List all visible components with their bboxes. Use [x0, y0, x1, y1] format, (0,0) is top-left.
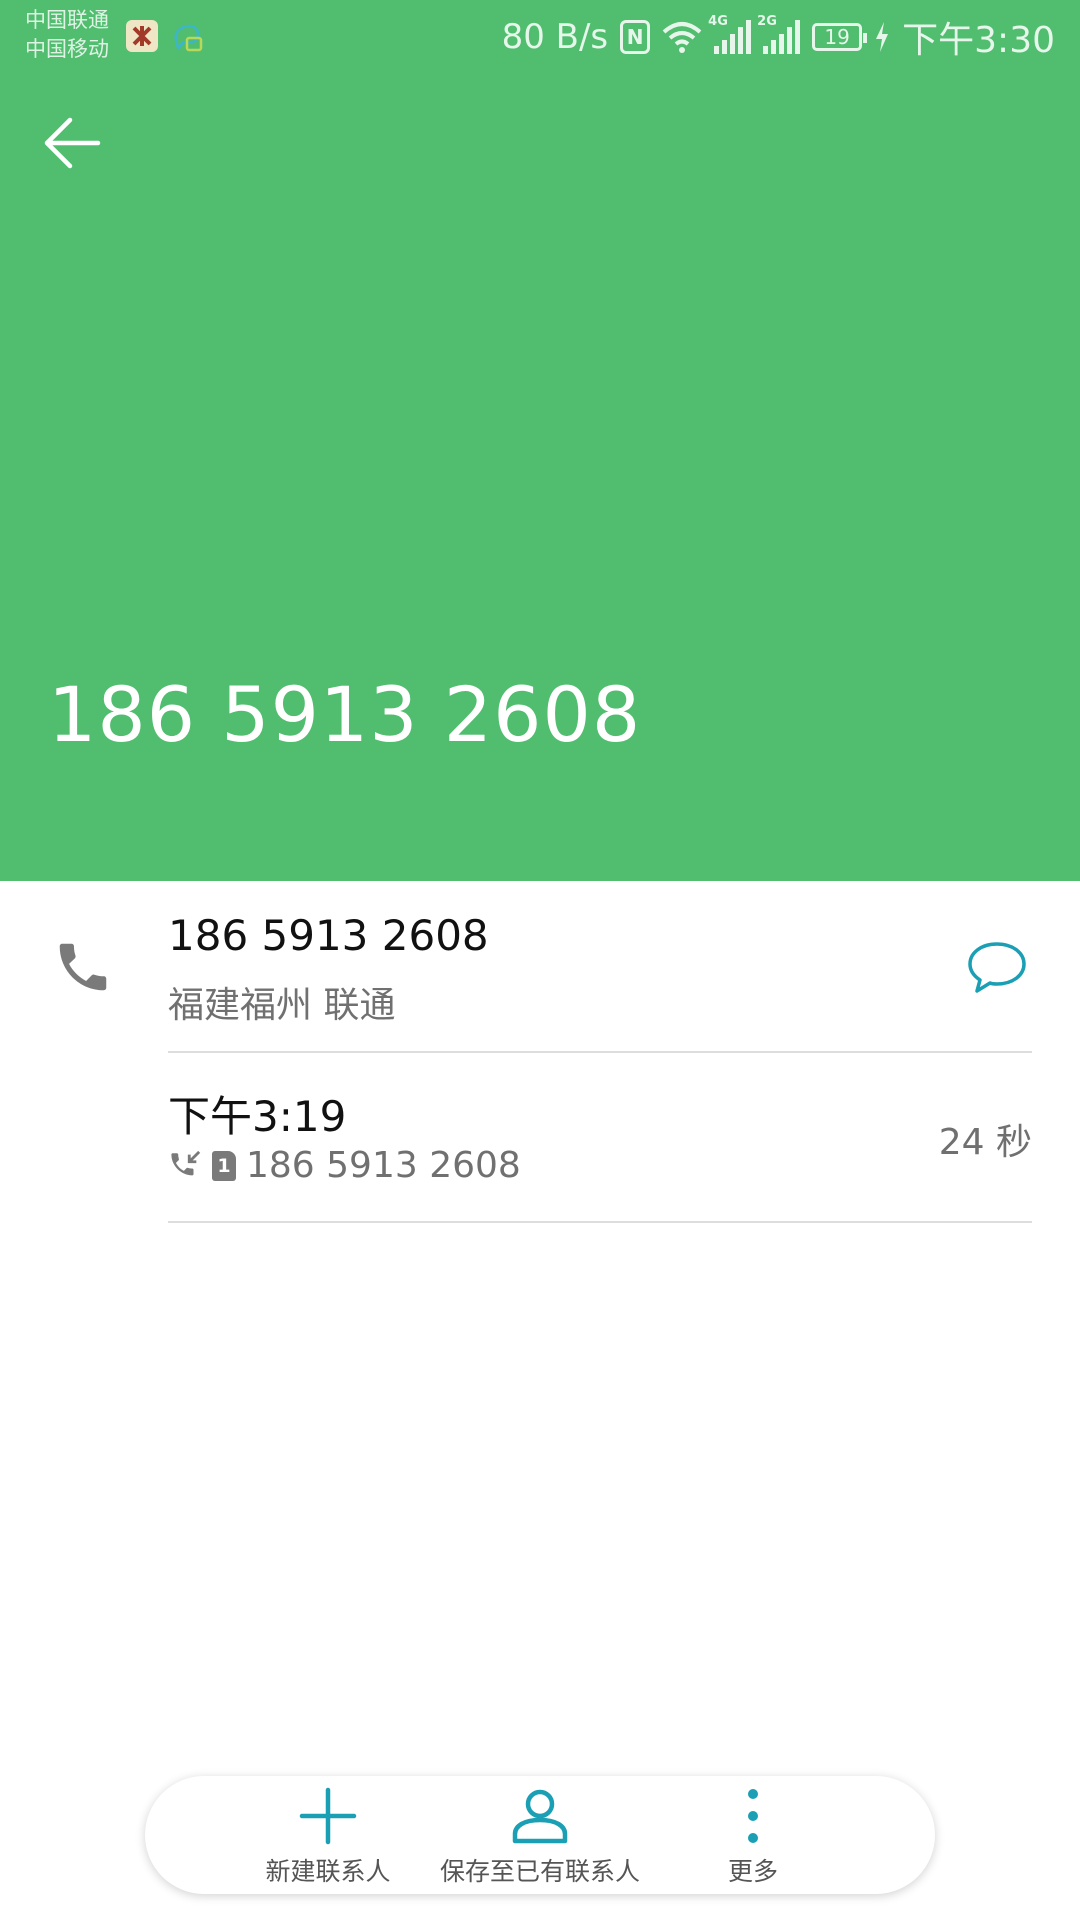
save-to-existing-button[interactable]: 保存至已有联系人	[420, 1786, 660, 1890]
person-icon	[512, 1789, 568, 1844]
new-contact-label: 新建联系人	[265, 1857, 391, 1886]
status-time: 下午3:30	[902, 20, 1055, 61]
more-vertical-icon	[748, 1789, 758, 1843]
network-type-2: 2G	[757, 14, 777, 29]
app-notification-icon	[126, 20, 158, 52]
incoming-call-icon	[171, 1150, 201, 1175]
charging-icon	[876, 22, 889, 52]
save-to-existing-label: 保存至已有联系人	[439, 1857, 640, 1886]
new-contact-button[interactable]: 新建联系人	[208, 1786, 448, 1890]
network-type-1: 4G	[708, 14, 728, 29]
call-detail: 1 186 5913 2608	[168, 1145, 521, 1186]
header-phone-number: 186 5913 2608	[48, 670, 642, 759]
contact-number: 186 5913 2608	[168, 911, 489, 960]
call-log-row[interactable]: 下午3:19 1 186 5913 2608 24 秒	[0, 1053, 1080, 1221]
battery-icon: 19	[812, 23, 868, 51]
more-label: 更多	[727, 1857, 778, 1886]
carrier-2: 中国移动	[25, 37, 109, 61]
back-button[interactable]	[40, 110, 106, 176]
wifi-icon	[662, 22, 702, 53]
divider	[168, 1221, 1032, 1223]
assistant-notification-icon	[170, 18, 204, 54]
sim-card-icon: 1	[212, 1150, 236, 1181]
signal-1-icon: 4G	[708, 14, 752, 54]
message-icon[interactable]	[966, 936, 1028, 998]
number-location: 福建福州 联通	[168, 985, 396, 1026]
arrow-left-icon	[44, 117, 101, 169]
network-speed: 80 B/s	[501, 17, 609, 57]
call-duration: 24 秒	[938, 1122, 1032, 1163]
status-indicators: 80 B/s N 4G 2G 19 下午3:30	[501, 14, 1055, 61]
nfc-icon: N	[620, 20, 651, 54]
plus-icon	[299, 1787, 357, 1845]
carrier-info: 中国联通 中国移动	[25, 6, 109, 64]
phone-icon	[59, 943, 107, 991]
signal-2-icon: 2G	[757, 14, 801, 54]
bottom-action-bar: 新建联系人 保存至已有联系人 更多	[145, 1776, 935, 1894]
more-button[interactable]: 更多	[633, 1786, 873, 1890]
header-banner: 中国联通 中国移动 80 B/s N 4G 2G 19 下午3:30 186 5…	[0, 0, 1080, 881]
call-number: 186 5913 2608	[246, 1145, 521, 1186]
carrier-1: 中国联通	[25, 8, 109, 32]
contact-number-row[interactable]: 186 5913 2608 福建福州 联通	[0, 881, 1080, 1051]
status-bar: 中国联通 中国移动 80 B/s N 4G 2G 19 下午3:30	[0, 0, 1080, 80]
call-time: 下午3:19	[168, 1092, 347, 1141]
